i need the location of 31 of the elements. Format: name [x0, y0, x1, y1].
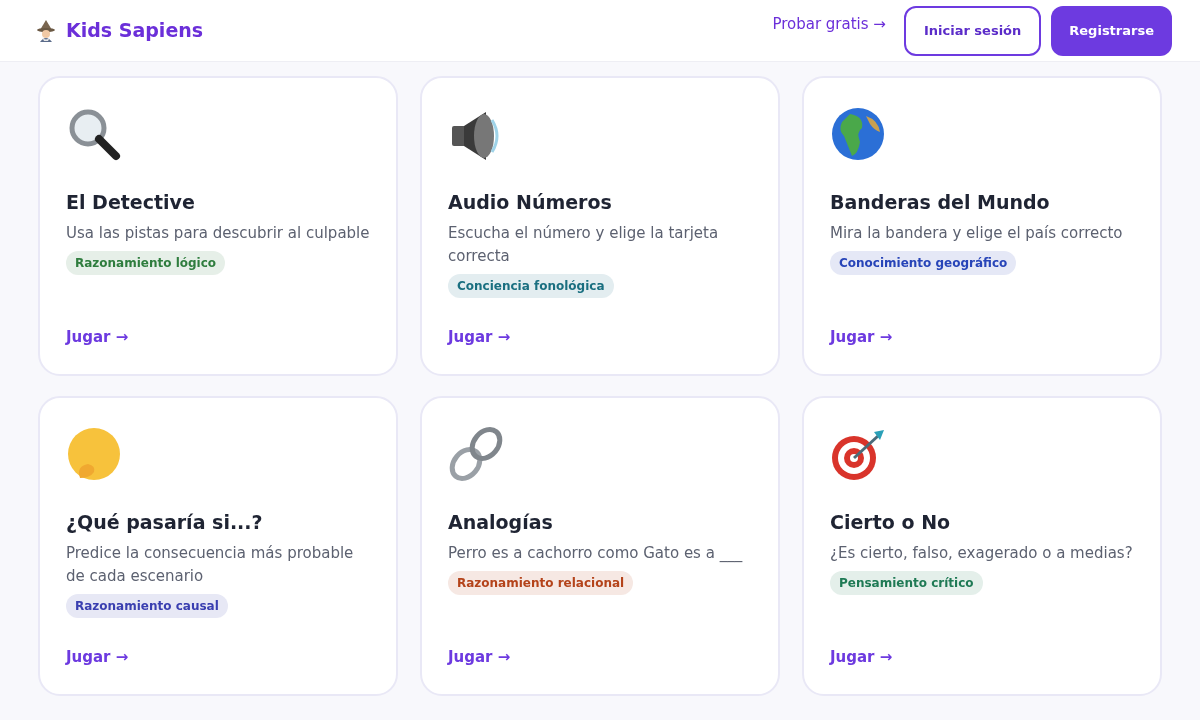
skill-tag: Conocimiento geográfico	[830, 251, 1017, 275]
card-description: Mira la bandera y elige el país correcto	[830, 223, 1124, 244]
card-description: Predice la consecuencia más probable de cada escenario	[66, 543, 355, 587]
skill-tag: Razonamiento relacional	[448, 571, 634, 595]
card-title: Analogías	[448, 510, 554, 535]
play-link[interactable]: Jugar →	[448, 645, 511, 668]
chain-link-icon	[448, 426, 504, 482]
card-description: Escucha el número y elige la tarjeta correcta	[448, 223, 720, 267]
brand-logo[interactable]: Kids Sapiens	[66, 16, 204, 45]
skill-tag: Razonamiento causal	[66, 594, 228, 618]
wizard-icon	[36, 19, 56, 42]
card-title: El Detective	[66, 190, 196, 215]
skill-tag: Conciencia fonológica	[448, 274, 614, 298]
skill-tag: Pensamiento crítico	[830, 571, 983, 595]
play-link[interactable]: Jugar →	[830, 325, 893, 348]
play-link[interactable]: Jugar →	[66, 645, 129, 668]
login-button[interactable]: Iniciar sesión	[903, 5, 1042, 56]
card-title: Audio Números	[448, 190, 613, 215]
globe-icon	[830, 106, 886, 162]
card-title: ¿Qué pasaría si...?	[66, 510, 264, 535]
card-title: Banderas del Mundo	[830, 190, 1051, 215]
play-link[interactable]: Jugar →	[448, 325, 511, 348]
card-description: ¿Es cierto, falso, exagerado o a medias?	[830, 543, 1134, 564]
card-description: Usa las pistas para descubrir al culpable	[66, 223, 370, 244]
free-trial-link[interactable]: Probar gratis →	[772, 12, 886, 35]
play-link[interactable]: Jugar →	[66, 325, 129, 348]
skill-tag: Razonamiento lógico	[66, 251, 226, 275]
signup-button[interactable]: Registrarse	[1051, 5, 1172, 56]
card-title: Cierto o No	[830, 510, 952, 535]
play-link[interactable]: Jugar →	[830, 645, 893, 668]
card-description: Perro es a cachorro como Gato es a ___	[448, 543, 744, 565]
